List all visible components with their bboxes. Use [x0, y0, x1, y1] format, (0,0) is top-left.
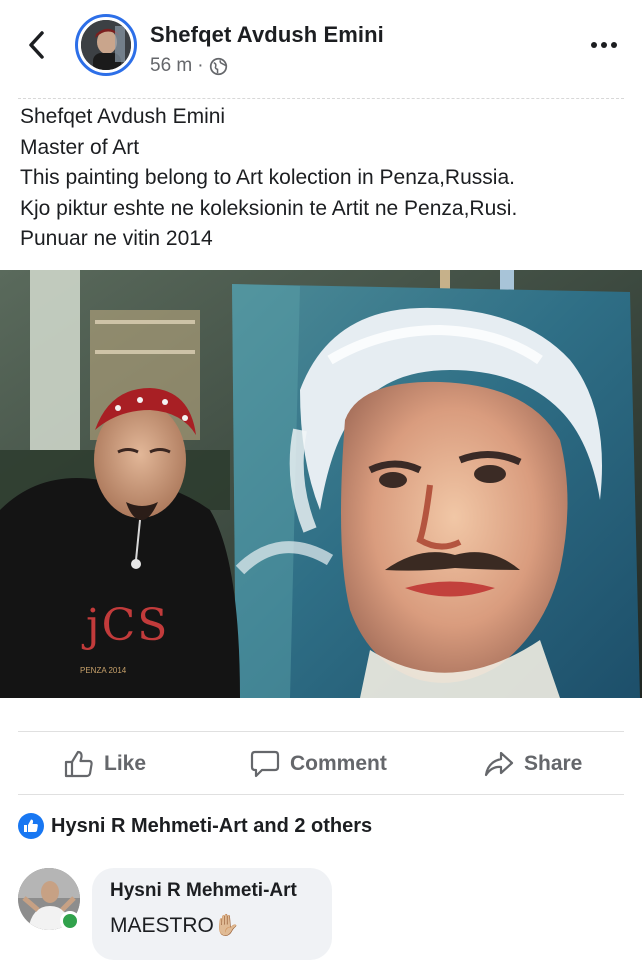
post-timestamp[interactable]: 56 m	[150, 55, 192, 77]
globe-icon	[209, 57, 227, 75]
comment-label: Comment	[290, 752, 387, 775]
like-label: Like	[104, 752, 147, 775]
stats-divider	[18, 731, 624, 732]
thumbs-up-icon	[64, 750, 93, 778]
thumbs-up-icon	[24, 819, 38, 832]
meta-separator: ·	[197, 55, 204, 76]
online-status-indicator	[60, 911, 80, 931]
caption-line: Punuar ne vitin 2014	[20, 227, 213, 250]
commenter-name[interactable]: Hysni R Mehmeti-Art	[110, 880, 314, 902]
comment-button[interactable]: Comment	[250, 740, 387, 788]
post-header: Shefqet Avdush Emini 56 m ·	[0, 0, 642, 98]
author-avatar[interactable]	[75, 14, 137, 76]
more-options-button[interactable]	[586, 33, 622, 57]
actions-divider	[18, 794, 624, 795]
author-avatar-image	[81, 20, 131, 70]
chevron-left-icon	[29, 31, 44, 59]
post-caption: Shefqet Avdush Emini Master of Art This …	[20, 102, 630, 255]
shirt-caption-text: PENZA 2014	[80, 666, 127, 675]
comment-bubble[interactable]: Hysni R Mehmeti-Art MAESTRO✋🏼	[92, 868, 332, 960]
caption-line: Shefqet Avdush Emini	[20, 105, 226, 128]
share-arrow-icon	[484, 751, 514, 777]
header-divider	[18, 98, 624, 99]
share-button[interactable]: Share	[484, 740, 582, 788]
shirt-logo-text: jCS	[86, 600, 170, 651]
comment-text: MAESTRO✋🏼	[110, 914, 240, 937]
caption-line: This painting belong to Art kolection in…	[20, 166, 515, 189]
like-button[interactable]: Like	[64, 740, 146, 788]
back-button[interactable]	[22, 28, 52, 62]
caption-line: Master of Art	[20, 135, 140, 159]
share-label: Share	[524, 752, 583, 775]
more-horizontal-icon	[591, 42, 597, 48]
post-photo[interactable]: jCS PENZA 2014	[0, 270, 642, 698]
reactions-summary[interactable]: Hysni R Mehmeti-Art and 2 others	[18, 812, 372, 840]
reactions-text: Hysni R Mehmeti-Art and 2 others	[51, 814, 373, 837]
like-reaction-badge	[18, 813, 44, 839]
post-meta: 56 m ·	[150, 55, 228, 77]
caption-line: Kjo piktur eshte ne koleksionin te Artit…	[20, 196, 518, 220]
author-name[interactable]: Shefqet Avdush Emini	[150, 22, 384, 48]
comment-bubble-icon	[250, 750, 280, 778]
action-bar: Like Comment Share	[0, 740, 642, 788]
